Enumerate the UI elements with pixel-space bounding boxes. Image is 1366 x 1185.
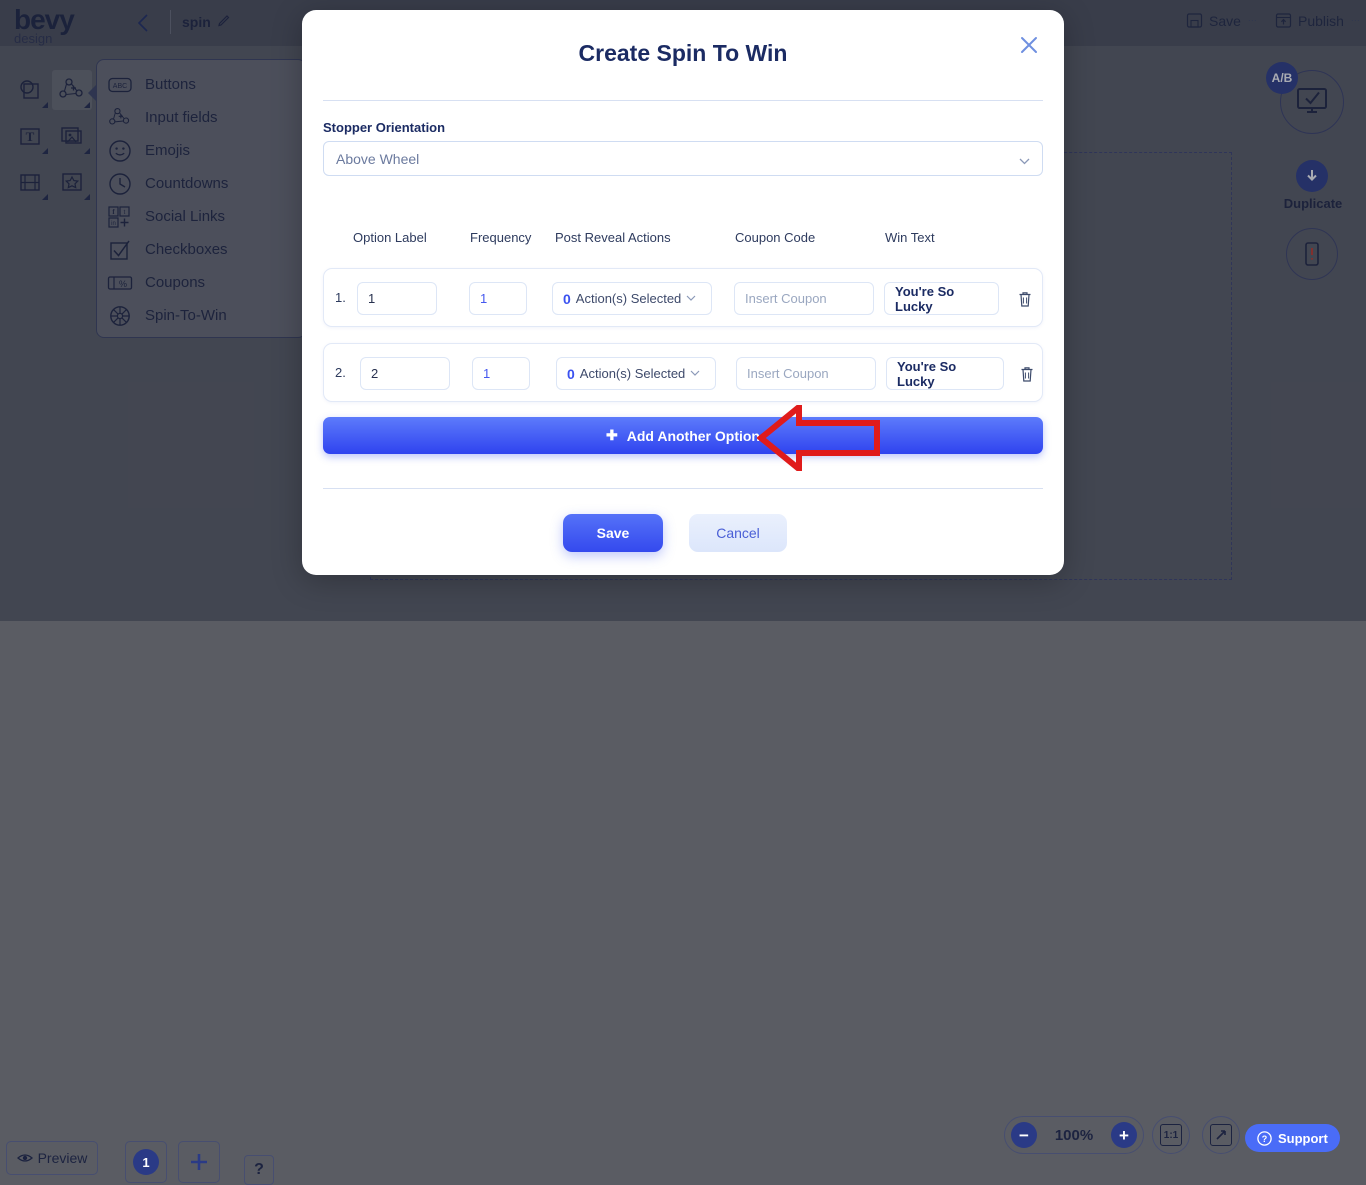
trash-icon[interactable] (1014, 287, 1036, 311)
option-label-input[interactable]: 1 (357, 282, 437, 315)
modal-title: Create Spin To Win (302, 40, 1064, 67)
row-index: 1. (335, 290, 346, 305)
table-row: 2. 2 1 0 Action(s) Selected Insert Coupo… (323, 343, 1043, 402)
options-table-header: Option Label Frequency Post Reveal Actio… (323, 230, 1043, 250)
post-reveal-actions-dropdown[interactable]: 0 Action(s) Selected (556, 357, 716, 390)
page-number-badge: 1 (133, 1149, 159, 1175)
win-text-input[interactable]: You're So Lucky (884, 282, 999, 315)
fit-screen-button[interactable] (1202, 1116, 1240, 1154)
add-another-option-button[interactable]: ✚ Add Another Option (323, 417, 1043, 454)
plus-icon: ✚ (606, 427, 618, 444)
eye-icon (17, 1152, 33, 1164)
frequency-input[interactable]: 1 (469, 282, 527, 315)
expand-arrow-icon (1210, 1124, 1232, 1146)
zoom-control: − 100% + (1004, 1116, 1144, 1154)
zoom-reset-button[interactable]: 1:1 (1152, 1116, 1190, 1154)
preview-label: Preview (38, 1150, 88, 1166)
win-text-input[interactable]: You're So Lucky (886, 357, 1004, 390)
add-another-option-label: Add Another Option (627, 428, 760, 444)
coupon-code-input[interactable]: Insert Coupon (736, 357, 876, 390)
close-icon[interactable] (1016, 32, 1042, 58)
save-button[interactable]: Save (563, 514, 663, 552)
preview-button[interactable]: Preview (6, 1141, 98, 1175)
coupon-code-input[interactable]: Insert Coupon (734, 282, 874, 315)
chevron-down-icon (690, 366, 700, 381)
actions-count: 0 (563, 291, 571, 307)
actions-caption: Action(s) Selected (580, 366, 686, 381)
question-circle-icon: ? (1257, 1131, 1272, 1146)
svg-text:?: ? (1262, 1134, 1268, 1144)
stopper-orientation-select[interactable]: Above Wheel (323, 141, 1043, 176)
actions-caption: Action(s) Selected (576, 291, 682, 306)
chevron-down-icon (1019, 154, 1030, 165)
actions-count: 0 (567, 366, 575, 382)
stopper-orientation-value: Above Wheel (336, 151, 419, 167)
support-button[interactable]: ? Support (1245, 1124, 1340, 1152)
row-index: 2. (335, 365, 346, 380)
frequency-input[interactable]: 1 (472, 357, 530, 390)
divider-bottom (323, 488, 1043, 489)
create-spin-to-win-modal: Create Spin To Win Stopper Orientation A… (302, 10, 1064, 575)
zoom-level: 100% (1055, 1127, 1093, 1144)
option-label-input[interactable]: 2 (360, 357, 450, 390)
add-page-button[interactable] (178, 1141, 220, 1183)
post-reveal-actions-dropdown[interactable]: 0 Action(s) Selected (552, 282, 712, 315)
cancel-button[interactable]: Cancel (689, 514, 787, 552)
page-thumb-1[interactable]: 1 (125, 1141, 167, 1183)
help-button[interactable]: ? (244, 1155, 274, 1185)
chevron-down-icon (686, 291, 696, 306)
plus-icon (188, 1151, 210, 1173)
col-header-post-reveal: Post Reveal Actions (555, 230, 671, 245)
stopper-orientation-label: Stopper Orientation (323, 120, 445, 135)
zoom-out-button[interactable]: − (1011, 1122, 1037, 1148)
support-label: Support (1278, 1131, 1328, 1146)
ratio-label: 1:1 (1160, 1124, 1182, 1146)
col-header-option-label: Option Label (353, 230, 427, 245)
table-row: 1. 1 1 0 Action(s) Selected Insert Coupo… (323, 268, 1043, 327)
col-header-coupon-code: Coupon Code (735, 230, 815, 245)
zoom-in-button[interactable]: + (1111, 1122, 1137, 1148)
trash-icon[interactable] (1016, 362, 1038, 386)
divider-top (323, 100, 1043, 101)
col-header-win-text: Win Text (885, 230, 935, 245)
col-header-frequency: Frequency (470, 230, 531, 245)
